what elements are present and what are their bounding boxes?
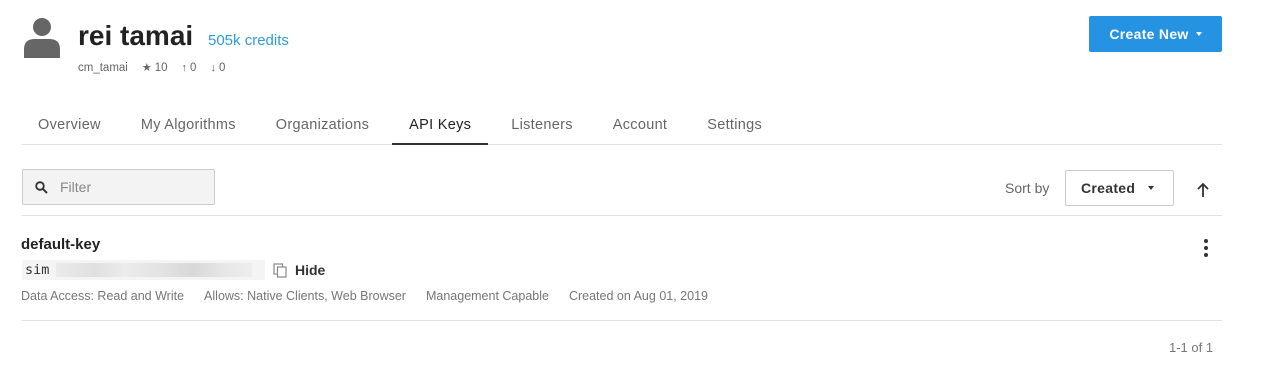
tab-settings[interactable]: Settings bbox=[690, 108, 779, 145]
api-key-prefix: sim bbox=[25, 262, 50, 278]
stars-stat: ★ 10 bbox=[141, 61, 168, 75]
tab-overview[interactable]: Overview bbox=[21, 108, 118, 145]
api-key-redacted bbox=[56, 263, 252, 277]
username: cm_tamai bbox=[78, 61, 128, 74]
star-icon: ★ bbox=[141, 62, 152, 74]
caret-down-icon bbox=[1195, 32, 1202, 36]
pagination-info: 1-1 of 1 bbox=[1169, 340, 1214, 355]
downvotes-stat: ↓ 0 bbox=[210, 62, 225, 74]
upvotes-count: 0 bbox=[190, 61, 197, 74]
list-divider bbox=[21, 320, 1222, 321]
more-vert-icon[interactable] bbox=[1198, 238, 1214, 258]
api-key-value: sim bbox=[22, 260, 265, 280]
stars-count: 10 bbox=[154, 61, 168, 74]
tab-organizations[interactable]: Organizations bbox=[259, 108, 386, 145]
tab-my-algorithms[interactable]: My Algorithms bbox=[124, 108, 253, 145]
hide-key-button[interactable]: Hide bbox=[295, 262, 325, 278]
tab-api-keys[interactable]: API Keys bbox=[392, 108, 489, 145]
list-divider bbox=[21, 215, 1222, 216]
tab-listeners[interactable]: Listeners bbox=[494, 108, 590, 145]
allows: Allows: Native Clients, Web Browser bbox=[204, 289, 406, 303]
tab-bar: Overview My Algorithms Organizations API… bbox=[21, 108, 1222, 145]
api-key-name: default-key bbox=[21, 236, 101, 253]
arrow-up-icon: ↑ bbox=[181, 61, 188, 74]
create-new-button[interactable]: Create New bbox=[1089, 16, 1222, 52]
copy-icon[interactable] bbox=[273, 263, 287, 278]
sort-label: Sort by bbox=[1005, 180, 1050, 196]
tab-account[interactable]: Account bbox=[596, 108, 685, 145]
downvotes-count: 0 bbox=[218, 61, 226, 74]
upvotes-stat: ↑ 0 bbox=[182, 62, 197, 74]
sort-select[interactable]: Created bbox=[1065, 170, 1174, 206]
data-access: Data Access: Read and Write bbox=[21, 289, 185, 303]
filter-box bbox=[22, 169, 215, 205]
credits-link[interactable]: 505k credits bbox=[208, 32, 289, 49]
filter-input[interactable] bbox=[60, 179, 200, 195]
avatar-icon bbox=[24, 18, 60, 58]
management-capable: Management Capable bbox=[425, 289, 549, 303]
user-stats: cm_tamai ★ 10 ↑ 0 ↓ 0 bbox=[78, 61, 225, 75]
sort-selected-value: Created bbox=[1081, 180, 1136, 196]
user-name: rei tamai bbox=[78, 20, 194, 51]
created-date: Created on Aug 01, 2019 bbox=[568, 289, 708, 303]
arrow-down-icon: ↓ bbox=[210, 61, 216, 74]
create-new-label: Create New bbox=[1109, 26, 1189, 42]
caret-down-icon bbox=[1148, 186, 1155, 190]
search-icon bbox=[35, 180, 48, 194]
sort-direction-arrow-up-icon[interactable] bbox=[1193, 180, 1213, 200]
api-key-meta: Data Access: Read and Write Allows: Nati… bbox=[21, 289, 728, 303]
